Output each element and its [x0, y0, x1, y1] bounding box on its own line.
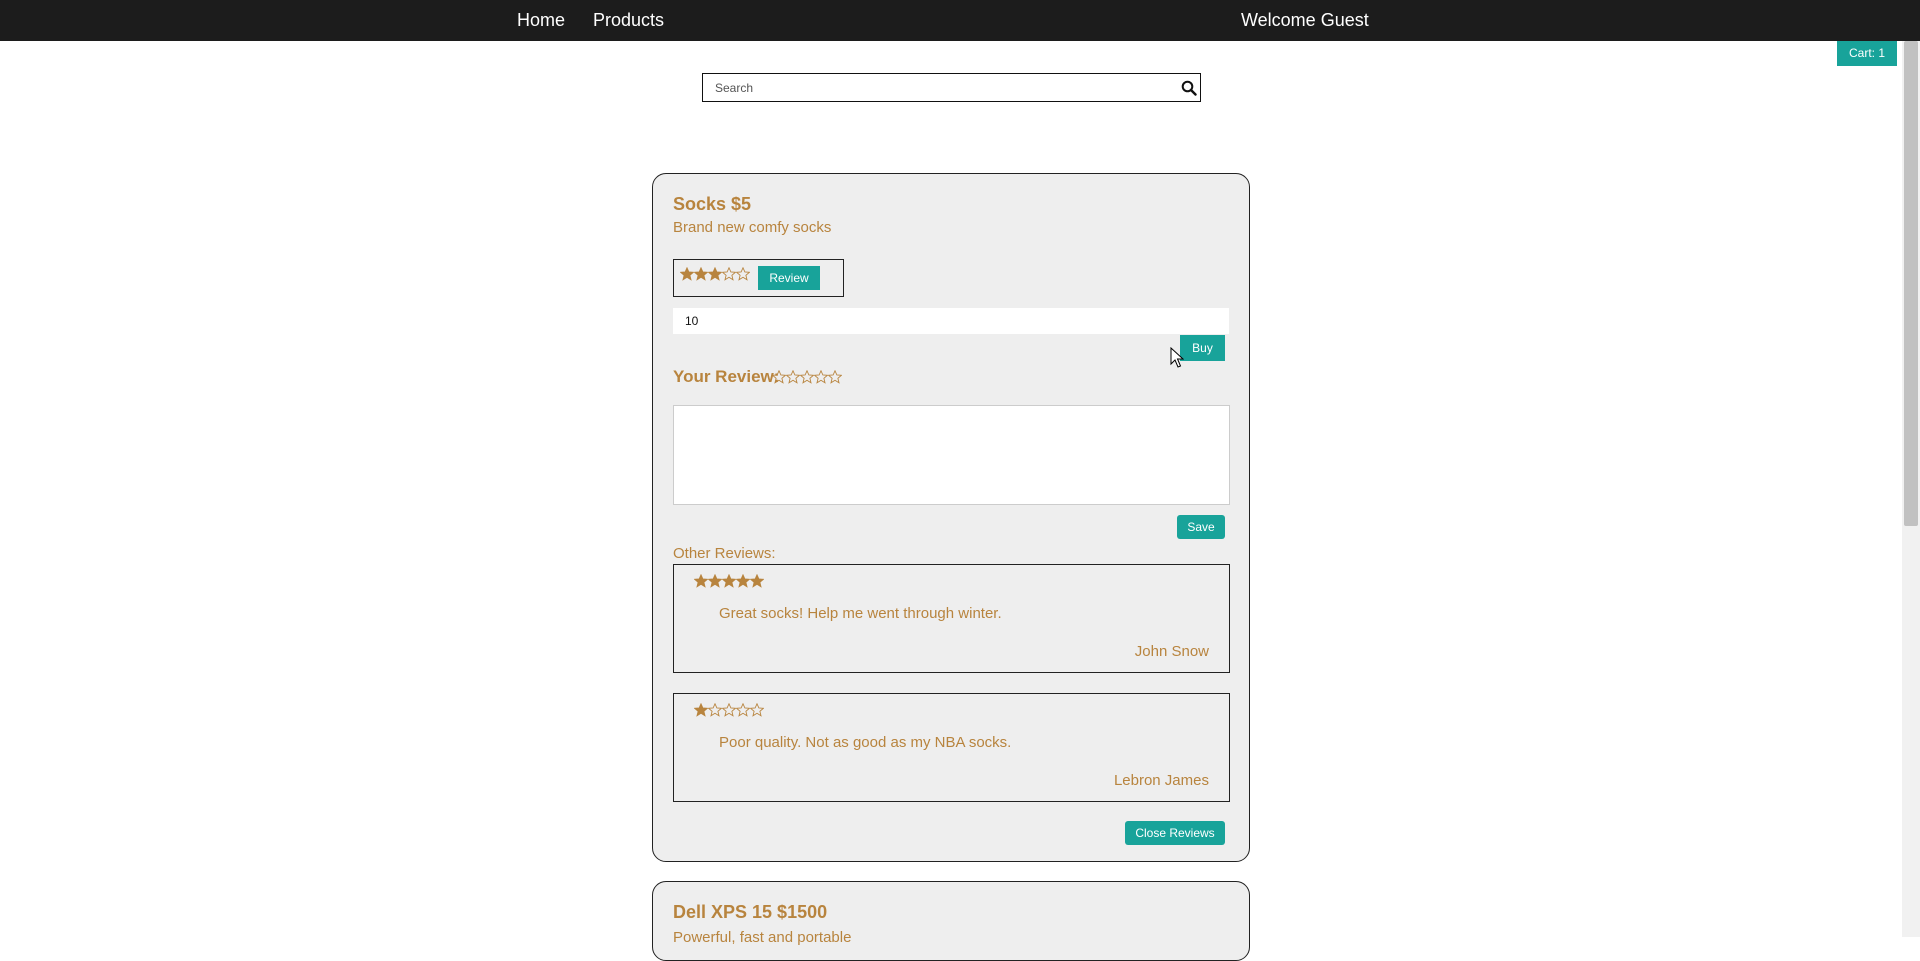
star-filled-icon [708, 267, 722, 281]
review-text: Great socks! Help me went through winter… [719, 605, 1002, 622]
star-filled-icon [750, 574, 764, 588]
your-review-label: Your Review: [673, 367, 780, 386]
search-box [702, 73, 1201, 102]
review-textarea[interactable] [673, 405, 1230, 505]
review-rating-stars [694, 703, 764, 717]
product-card: Dell XPS 15 $1500 Powerful, fast and por… [652, 881, 1250, 961]
buy-button[interactable]: Buy [1180, 335, 1225, 361]
star-empty-icon [736, 267, 750, 281]
welcome-text: Welcome Guest [1241, 10, 1369, 30]
nav-home-link[interactable]: Home [517, 10, 565, 31]
save-review-button[interactable]: Save [1177, 515, 1225, 539]
product-description: Powerful, fast and portable [673, 929, 852, 946]
review-button[interactable]: Review [758, 266, 820, 290]
star-empty-icon[interactable] [772, 370, 786, 384]
scrollbar-thumb[interactable] [1904, 41, 1918, 526]
review-author: John Snow [1134, 643, 1209, 660]
your-review-star-input[interactable] [772, 370, 842, 384]
star-empty-icon [722, 267, 736, 281]
star-filled-icon [694, 267, 708, 281]
search-icon[interactable] [1181, 80, 1197, 96]
star-filled-icon [736, 574, 750, 588]
mouse-cursor-icon [1170, 347, 1184, 368]
star-filled-icon [680, 267, 694, 281]
review-text: Poor quality. Not as good as my NBA sock… [719, 734, 1012, 751]
product-title: Dell XPS 15 $1500 [673, 902, 828, 922]
nav-products-link[interactable]: Products [593, 10, 664, 31]
product-title: Socks $5 [673, 194, 752, 214]
product-card: Socks $5 Brand new comfy socks Review Bu… [652, 173, 1250, 862]
review-item: Poor quality. Not as good as my NBA sock… [673, 693, 1230, 802]
product-description: Brand new comfy socks [673, 219, 832, 236]
star-empty-icon [736, 703, 750, 717]
product-rating-box: Review [673, 259, 844, 297]
star-empty-icon[interactable] [828, 370, 842, 384]
close-reviews-button[interactable]: Close Reviews [1125, 821, 1225, 845]
star-filled-icon [694, 703, 708, 717]
star-empty-icon[interactable] [814, 370, 828, 384]
quantity-input[interactable] [673, 308, 1229, 334]
top-navbar: Home Products Welcome Guest [0, 0, 1920, 41]
product-rating-stars [680, 267, 750, 281]
review-item: Great socks! Help me went through winter… [673, 564, 1230, 673]
other-reviews-label: Other Reviews: [673, 545, 776, 562]
star-filled-icon [708, 574, 722, 588]
review-author: Lebron James [1113, 772, 1209, 789]
star-empty-icon[interactable] [786, 370, 800, 384]
star-empty-icon [708, 703, 722, 717]
search-input[interactable] [715, 80, 1165, 96]
star-filled-icon [722, 574, 736, 588]
star-filled-icon [694, 574, 708, 588]
cart-button[interactable]: Cart: 1 [1837, 41, 1897, 66]
star-empty-icon[interactable] [800, 370, 814, 384]
star-empty-icon [722, 703, 736, 717]
review-rating-stars [694, 574, 764, 588]
star-empty-icon [750, 703, 764, 717]
